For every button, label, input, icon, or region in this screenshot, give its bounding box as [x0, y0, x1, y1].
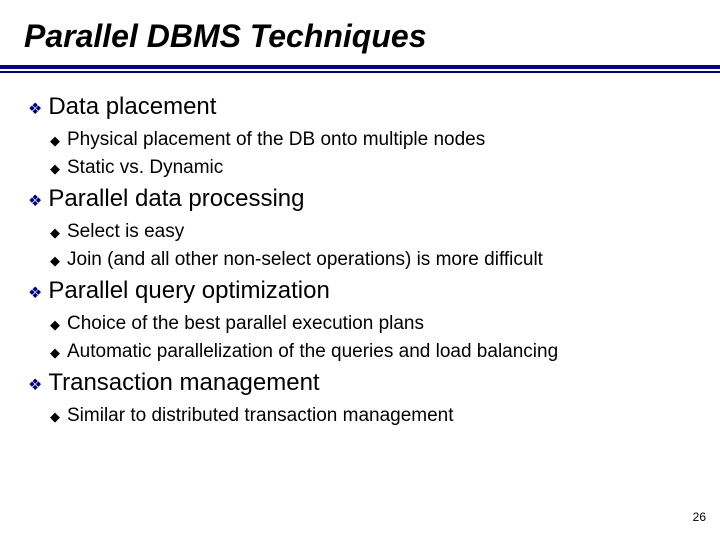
diamond-sub-bullet-icon: ◆ — [50, 406, 60, 427]
list-item: ◆ Physical placement of the DB onto mult… — [50, 129, 692, 151]
diamond-sub-bullet-icon: ◆ — [50, 158, 60, 179]
item-text: Automatic parallelization of the queries… — [67, 341, 558, 363]
item-text: Similar to distributed transaction manag… — [67, 405, 454, 427]
diamond-sub-bullet-icon: ◆ — [50, 250, 60, 271]
section-heading: ❖ Transaction management — [28, 369, 692, 399]
slide: Parallel DBMS Techniques ❖ Data placemen… — [0, 0, 720, 540]
page-number: 26 — [693, 510, 706, 524]
diamond-sub-bullet-icon: ◆ — [50, 130, 60, 151]
list-item: ◆ Choice of the best parallel execution … — [50, 313, 692, 335]
list-item: ◆ Similar to distributed transaction man… — [50, 405, 692, 427]
diamond-bullet-icon: ❖ — [28, 373, 42, 399]
heading-text: Transaction management — [48, 369, 319, 397]
list-item: ◆ Select is easy — [50, 221, 692, 243]
item-text: Choice of the best parallel execution pl… — [67, 313, 424, 335]
item-text: Physical placement of the DB onto multip… — [67, 129, 485, 151]
heading-text: Parallel data processing — [48, 185, 304, 213]
section-heading: ❖ Parallel data processing — [28, 185, 692, 215]
diamond-sub-bullet-icon: ◆ — [50, 342, 60, 363]
diamond-sub-bullet-icon: ◆ — [50, 314, 60, 335]
diamond-sub-bullet-icon: ◆ — [50, 222, 60, 243]
section-heading: ❖ Parallel query optimization — [28, 277, 692, 307]
list-item: ◆ Static vs. Dynamic — [50, 157, 692, 179]
diamond-bullet-icon: ❖ — [28, 97, 42, 123]
list-item: ◆ Automatic parallelization of the queri… — [50, 341, 692, 363]
slide-content: ❖ Data placement ◆ Physical placement of… — [0, 73, 720, 427]
slide-title: Parallel DBMS Techniques — [0, 18, 720, 55]
heading-text: Parallel query optimization — [48, 277, 329, 305]
title-divider — [0, 65, 720, 73]
diamond-bullet-icon: ❖ — [28, 281, 42, 307]
diamond-bullet-icon: ❖ — [28, 189, 42, 215]
heading-text: Data placement — [48, 93, 216, 121]
section-heading: ❖ Data placement — [28, 93, 692, 123]
item-text: Join (and all other non-select operation… — [67, 249, 543, 271]
item-text: Static vs. Dynamic — [67, 157, 223, 179]
list-item: ◆ Join (and all other non-select operati… — [50, 249, 692, 271]
item-text: Select is easy — [67, 221, 184, 243]
